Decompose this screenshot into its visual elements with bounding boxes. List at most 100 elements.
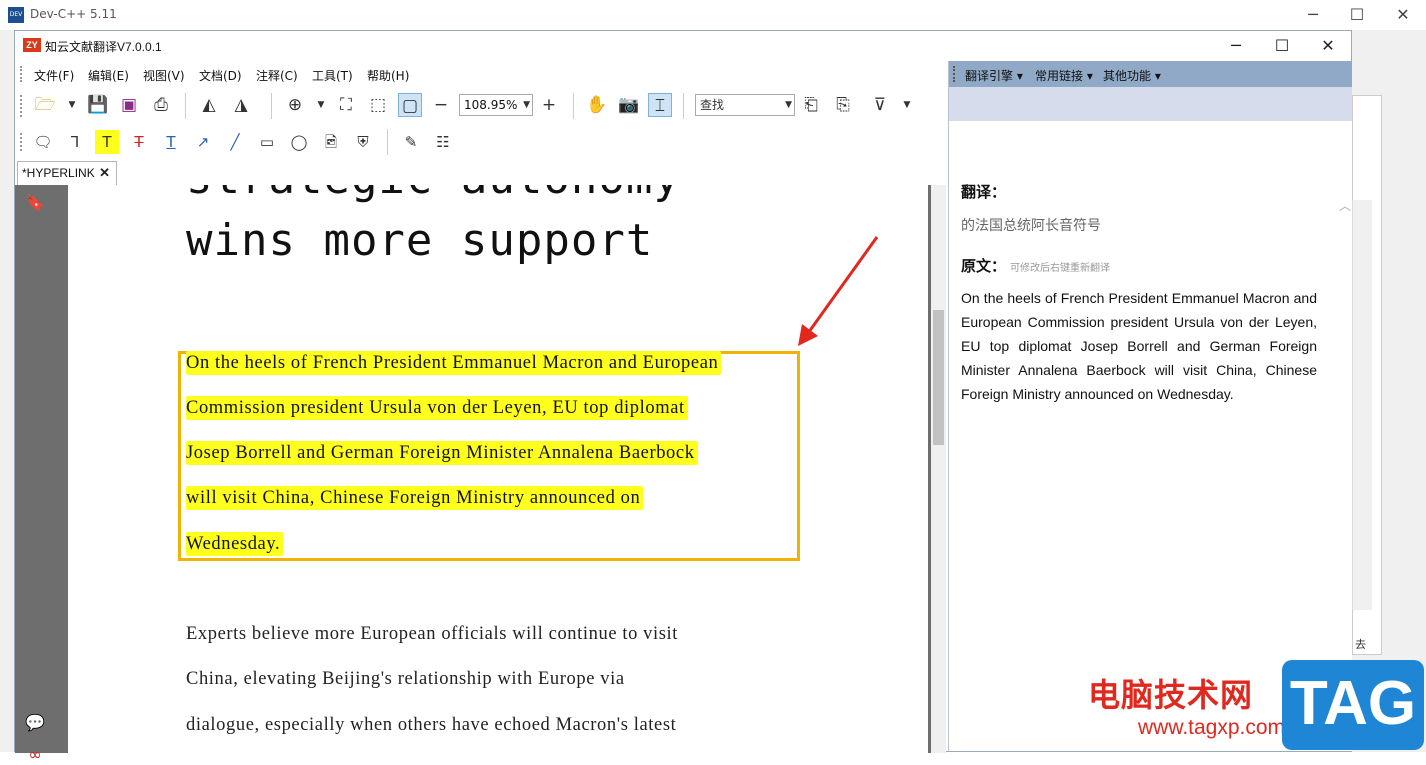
- fit-page-icon[interactable]: ⛶: [334, 93, 358, 117]
- menu-view[interactable]: 视图(V): [143, 67, 185, 84]
- image-tool-icon[interactable]: 🖻: [319, 130, 343, 154]
- separator: [683, 93, 684, 119]
- document-scroll-thumb[interactable]: [933, 310, 944, 445]
- pdf-page[interactable]: strategic autonomy wins more support On …: [68, 185, 928, 753]
- bookmark-icon[interactable]: 🔖: [25, 193, 45, 213]
- menu-document[interactable]: 文档(D): [199, 67, 242, 84]
- original-label: 原文：: [961, 257, 1007, 275]
- rectangle-tool-icon[interactable]: ▭: [255, 130, 279, 154]
- annotation-toolbar: 🗨 Ꞁ T T T ↗ ╱ ▭ ◯ 🖻 ⛨ ✎ ☷: [15, 127, 948, 157]
- highlighted-line[interactable]: Commission president Ursula von der Leye…: [186, 396, 688, 420]
- document-viewer[interactable]: strategic autonomy wins more support On …: [56, 185, 946, 753]
- menu-file[interactable]: 文件(F): [34, 67, 74, 84]
- bg-maximize-button[interactable]: ☐: [1334, 3, 1380, 27]
- menu-tools[interactable]: 工具(T): [312, 67, 353, 84]
- snapshot-icon[interactable]: 📷: [617, 93, 641, 117]
- arrow-tool-icon[interactable]: ↗: [191, 130, 215, 154]
- menu-translation-engine[interactable]: 翻译引擎 ▾: [965, 67, 1023, 84]
- window-title: 知云文献翻译V7.0.0.1: [45, 40, 162, 54]
- panel-grip[interactable]: [953, 66, 956, 82]
- original-text-editor[interactable]: On the heels of French President Emmanue…: [961, 286, 1317, 406]
- bg-close-button[interactable]: ✕: [1380, 3, 1426, 27]
- open-dropdown-icon[interactable]: ▼: [60, 93, 84, 117]
- separator: [387, 129, 388, 155]
- background-titlebar: DEV Dev-C++ 5.11 ─ ☐ ✕: [0, 0, 1426, 30]
- menu-annotation[interactable]: 注释(C): [256, 67, 298, 84]
- zoom-level-select[interactable]: 108.95% ▼: [459, 94, 533, 116]
- zoom-in-icon[interactable]: +: [537, 93, 561, 117]
- separator: [573, 93, 574, 119]
- body-text-line[interactable]: Experts believe more European officials …: [186, 624, 678, 645]
- actual-size-icon[interactable]: ▢: [398, 93, 422, 117]
- line-tool-icon[interactable]: ╱: [223, 130, 247, 154]
- menu-edit[interactable]: 编辑(E): [88, 67, 129, 84]
- menu-common-links[interactable]: 常用链接 ▾: [1035, 67, 1093, 84]
- stamp-tool-icon[interactable]: ⛨: [351, 130, 375, 154]
- menu-help[interactable]: 帮助(H): [367, 67, 409, 84]
- highlight-text-icon[interactable]: T: [95, 130, 119, 154]
- main-toolbar: 🗁 ▼ 💾 ▣ ⎙ ◭ ◮ ⊕ ▼ ⛶ ⬚ ▢ − 108.95% ▼ + ✋ …: [15, 87, 948, 125]
- background-scrollbar[interactable]: [1352, 200, 1372, 610]
- highlight-filter-icon[interactable]: ⊽: [868, 93, 892, 117]
- hand-tool-icon[interactable]: ✋: [585, 93, 609, 117]
- document-scrollbar[interactable]: [931, 185, 946, 753]
- translation-text: 的法国总统阿长音符号: [961, 218, 1101, 234]
- print-icon[interactable]: ⎙: [149, 93, 173, 117]
- chevron-down-icon: ▼: [523, 100, 530, 110]
- minimize-button[interactable]: ─: [1213, 33, 1259, 59]
- zoom-in-tool-icon[interactable]: ⊕: [283, 93, 307, 117]
- original-label-row: 原文： 可修改后右键重新翻译: [961, 255, 1110, 276]
- rotate-left-icon[interactable]: ◭: [197, 93, 221, 117]
- tab-hyperlink[interactable]: *HYPERLINK ✕: [17, 161, 117, 185]
- body-text-line[interactable]: dialogue, especially when others have ec…: [186, 715, 676, 736]
- ellipse-tool-icon[interactable]: ◯: [287, 130, 311, 154]
- underline-icon[interactable]: T: [159, 130, 183, 154]
- save-all-icon[interactable]: ▣: [117, 93, 141, 117]
- open-folder-icon[interactable]: 🗁: [33, 93, 57, 117]
- zoom-out-icon[interactable]: −: [429, 93, 453, 117]
- search-input[interactable]: 查找 ▼: [695, 94, 795, 116]
- highlighted-line[interactable]: will visit China, Chinese Foreign Minist…: [186, 486, 644, 510]
- close-icon[interactable]: ✕: [99, 162, 110, 184]
- body-text-line[interactable]: China, elevating Beijing's relationship …: [186, 669, 625, 690]
- comment-icon[interactable]: 🗨: [31, 130, 55, 154]
- close-button[interactable]: ✕: [1305, 33, 1351, 59]
- highlighted-line[interactable]: On the heels of French President Emmanue…: [186, 351, 722, 375]
- translation-panel-band: [949, 87, 1352, 121]
- zoom-dropdown-icon[interactable]: ▼: [309, 93, 333, 117]
- filter-dropdown-icon[interactable]: ▼: [895, 93, 919, 117]
- separator: [271, 93, 272, 119]
- toolbar-grip[interactable]: [20, 95, 23, 117]
- text-insert-icon[interactable]: Ꞁ: [63, 130, 87, 154]
- fit-width-icon[interactable]: ⬚: [366, 93, 390, 117]
- find-previous-icon[interactable]: ⎗: [799, 93, 823, 117]
- document-tabbar: *HYPERLINK ✕: [15, 159, 948, 185]
- edit-note-icon[interactable]: ✎: [399, 130, 423, 154]
- chevron-down-icon: ▼: [785, 100, 792, 110]
- menu-other-functions[interactable]: 其他功能 ▾: [1103, 67, 1161, 84]
- toolbar-grip[interactable]: [20, 133, 23, 151]
- strikethrough-icon[interactable]: T: [127, 130, 151, 154]
- translation-label: 翻译：: [961, 183, 1007, 201]
- background-left-strip: [0, 30, 14, 752]
- page-heading: wins more support: [186, 215, 654, 266]
- comments-icon[interactable]: 💬: [25, 713, 45, 733]
- watermark-tag-logo: TAG: [1282, 660, 1424, 750]
- maximize-button[interactable]: ☐: [1259, 33, 1305, 59]
- watermark-url: www.tagxp.com: [1138, 716, 1286, 739]
- select-text-icon[interactable]: ⌶: [648, 93, 672, 117]
- watermark: 电脑技术网 www.tagxp.com TAG: [1060, 640, 1426, 752]
- annotation-list-icon[interactable]: ☷: [431, 130, 455, 154]
- highlighted-line[interactable]: Josep Borrell and German Foreign Ministe…: [186, 441, 698, 465]
- scroll-up-icon[interactable]: ︿: [1339, 197, 1351, 214]
- heading-partial: strategic autonomy: [186, 185, 681, 204]
- devcpp-app-icon: DEV: [8, 7, 24, 23]
- save-icon[interactable]: 💾: [86, 93, 110, 117]
- titlebar: ZY 知云文献翻译V7.0.0.1 ─ ☐ ✕: [15, 31, 1351, 60]
- rotate-right-icon[interactable]: ◮: [229, 93, 253, 117]
- highlighted-line[interactable]: Wednesday.: [186, 532, 284, 556]
- menubar-grip[interactable]: [20, 66, 23, 82]
- find-next-icon[interactable]: ⎘: [831, 93, 855, 117]
- bg-minimize-button[interactable]: ─: [1290, 3, 1336, 27]
- link-icon[interactable]: ∞: [25, 745, 45, 765]
